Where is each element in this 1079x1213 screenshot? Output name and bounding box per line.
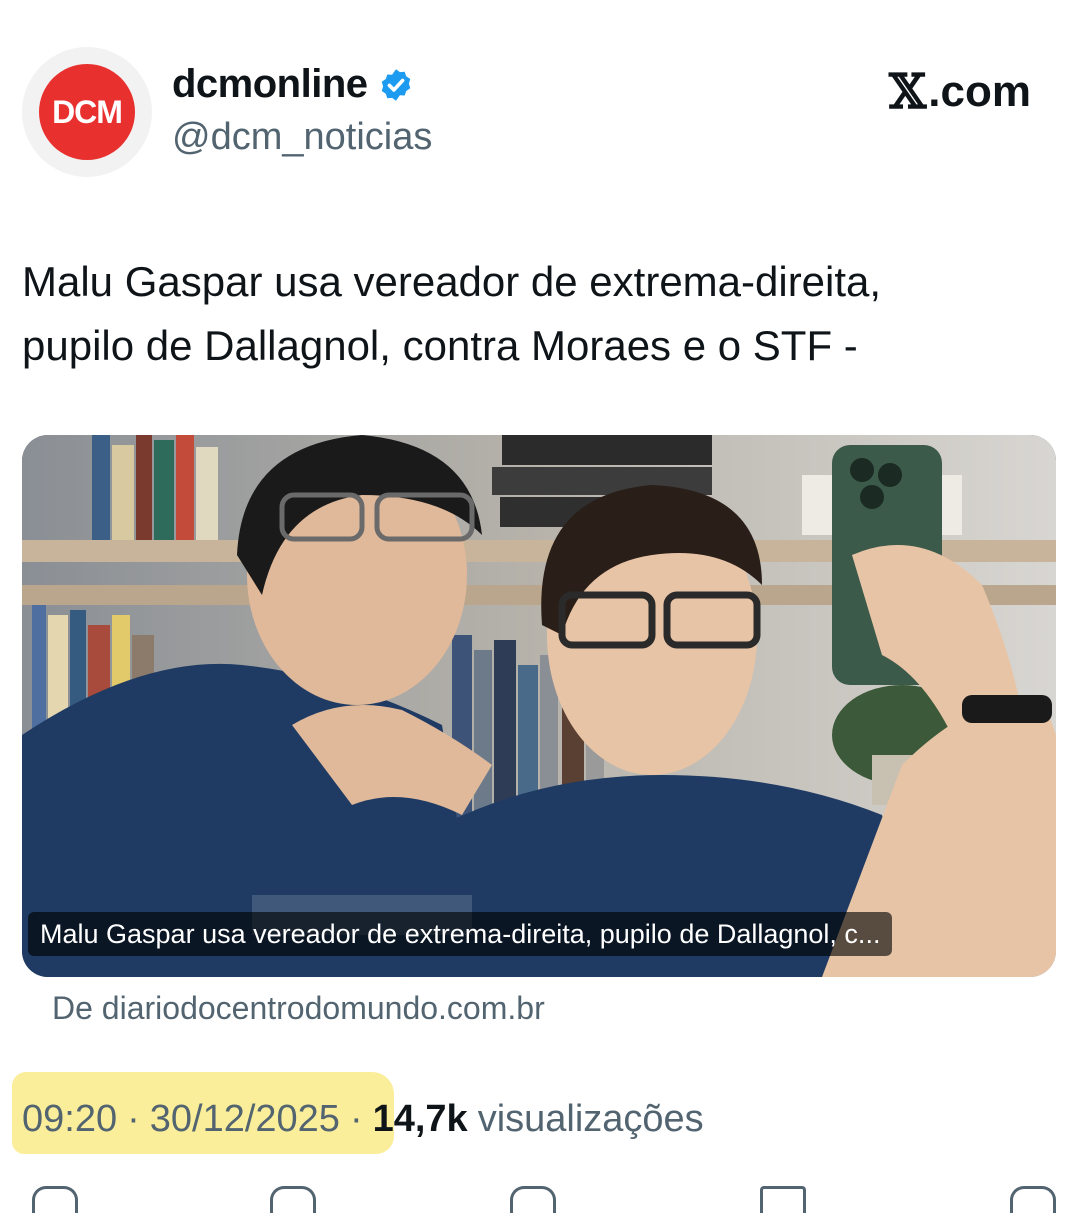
- link-card-image: [22, 435, 1056, 977]
- author-name-row: dcmonline: [172, 62, 414, 107]
- link-card[interactable]: [22, 435, 1056, 977]
- tweet-date[interactable]: 30/12/2025: [150, 1098, 340, 1141]
- meta-separator: ·: [349, 1098, 363, 1140]
- avatar-logo-text: DCM: [52, 93, 123, 130]
- x-logo-icon: 𝕏: [889, 64, 927, 120]
- views-count: 14,7k: [372, 1098, 468, 1140]
- link-card-caption: Malu Gaspar usa vereador de extrema-dire…: [28, 912, 893, 956]
- tweet-text-line: pupilo de Dallagnol, contra Moraes e o S…: [22, 322, 858, 369]
- dcm-logo: DCM: [39, 64, 135, 160]
- author-handle[interactable]: @dcm_noticias: [172, 116, 432, 159]
- link-card-source[interactable]: De diariodocentrodomundo.com.br: [52, 990, 545, 1027]
- action-bar: [0, 1186, 1079, 1213]
- tweet-text: Malu Gaspar usa vereador de extrema-dire…: [22, 250, 1052, 378]
- meta-separator: ·: [127, 1098, 140, 1140]
- tweet-text-line: Malu Gaspar usa vereador de extrema-dire…: [22, 258, 882, 305]
- author-display-name[interactable]: dcmonline: [172, 62, 368, 107]
- author-avatar[interactable]: DCM: [22, 47, 152, 177]
- views-label: visualizações: [477, 1098, 704, 1140]
- tweet-meta: 09:20 · 30/12/2025 · 14,7k visualizações: [22, 1098, 704, 1141]
- brand-suffix: .com: [928, 67, 1031, 116]
- tweet-time[interactable]: 09:20: [22, 1098, 117, 1141]
- verified-badge-icon: [381, 68, 410, 101]
- x-brand-logo: 𝕏 .com: [889, 64, 1031, 120]
